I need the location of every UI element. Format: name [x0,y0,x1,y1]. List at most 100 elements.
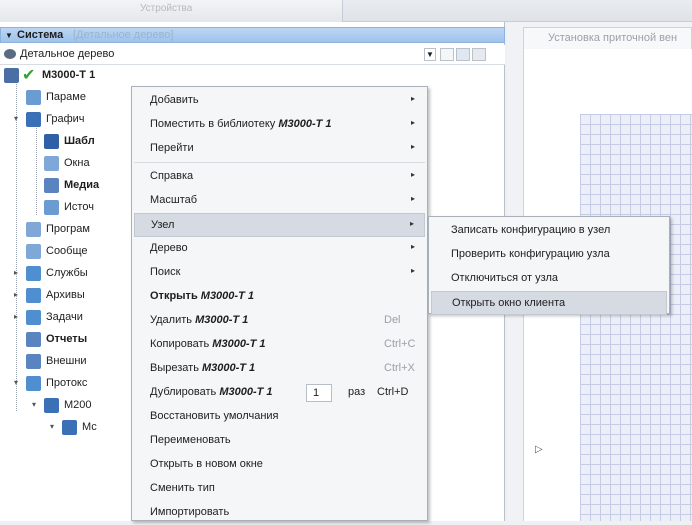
menu-item[interactable]: Справка ▸ [134,165,425,189]
tree-node-label: M200 [64,399,92,411]
menu-item-label: Открыть M3000-T 1 [150,290,254,302]
tree-node-label: Мс [82,421,97,433]
menu-item[interactable]: Переименовать [134,429,425,453]
check-icon: ✔ [22,67,36,84]
menu-item[interactable]: Вырезать M3000-T 1 Ctrl+X [134,357,425,381]
menu-item-label: Поиск [150,266,180,278]
tree-node-label: Внешни [46,355,87,367]
repeat-count-input[interactable]: 1 [306,384,332,402]
submenu-item-label: Отключиться от узла [451,272,559,284]
tree-node-label: M3000-T 1 [42,69,96,81]
menu-item[interactable]: Масштаб ▸ [134,189,425,213]
menu-item-object: M3000-T 1 [201,362,256,374]
menu-item-text: Поиск [150,266,181,278]
submenu-arrow-icon: ▸ [410,266,415,275]
submenu-item[interactable]: Записать конфигурацию в узел [431,219,667,243]
system-hint: [Детальное дерево] [73,29,174,41]
tab-devices[interactable]: Устройства [0,0,343,22]
tree-node-label: Графич [46,113,85,125]
submenu-item[interactable]: Проверить конфигурацию узла [431,243,667,267]
menu-item-object: M3000-T 1 [219,386,273,398]
menu-item[interactable]: Копировать M3000-T 1 Ctrl+C [134,333,425,357]
menu-shortcut: Ctrl+C [384,338,416,350]
menu-item[interactable]: Дерево ▸ [134,237,425,261]
menu-item-label: Справка [150,170,193,182]
expand-icon[interactable]: ▸ [0,70,1,79]
submenu-item[interactable]: Отключиться от узла [431,267,667,291]
collapse-icon[interactable]: ▾ [50,422,59,431]
repeat-suffix: раз [348,386,366,398]
tree-node-label: Службы [46,267,88,279]
menu-item-label: Восстановить умолчания [150,410,279,422]
source-icon [44,200,59,215]
tab-devices-label: Устройства [140,3,193,14]
grid-area[interactable] [580,114,692,521]
menu-item[interactable]: Поиск ▸ [134,261,425,285]
menu-item-label: Копировать M3000-T 1 [150,338,266,350]
submenu-arrow-icon: ▸ [409,219,414,228]
tree-node-label: Сообще [46,245,88,257]
menu-item-label: Перейти [150,142,194,154]
tree-node-label: Окна [64,157,90,169]
tasks-icon [26,310,41,325]
users-icon[interactable] [456,48,470,61]
expand-arrow-icon[interactable]: ▷ [535,444,543,455]
menu-item-text: Масштаб [150,194,198,206]
menu-item[interactable]: Добавить ▸ [134,89,425,113]
collapse-icon[interactable]: ▾ [14,378,23,387]
system-title: Система [17,29,64,41]
menu-item-text: Переименовать [150,434,231,446]
menu-item-text: Сменить тип [150,482,215,494]
filter-icon[interactable] [472,48,486,61]
submenu-arrow-icon: ▸ [410,194,415,203]
services-icon [26,266,41,281]
tree-node-label: Архивы [46,289,85,301]
system-bar[interactable]: ▼ Система [Детальное дерево] [0,27,505,43]
menu-separator [134,162,425,163]
menu-item[interactable]: Импортировать [134,501,425,525]
menu-item[interactable]: Поместить в библиотеку M3000-T 1 ▸ [134,113,425,137]
menu-item[interactable]: Удалить M3000-T 1 Del [134,309,425,333]
module-sub-icon [62,420,77,435]
diagram-tab[interactable]: Установка приточной вен [523,27,692,49]
graphics-icon [26,112,41,127]
menu-item-label: Удалить M3000-T 1 [150,314,248,326]
menu-item[interactable]: Перейти ▸ [134,137,425,161]
menu-item[interactable]: Сменить тип [134,477,425,501]
expand-icon[interactable]: ▸ [14,268,23,277]
menu-item-label: Переименовать [150,434,231,446]
menu-item[interactable]: Восстановить умолчания [134,405,425,429]
menu-item-text: Вырезать [150,362,202,374]
collapse-icon[interactable]: ▼ [5,31,13,40]
tree-node-label: Шабл [64,135,95,147]
menu-item-label: Открыть в новом окне [150,458,263,470]
expand-icon[interactable]: ▸ [14,290,23,299]
template-icon [44,134,59,149]
collapse-icon[interactable]: ▾ [32,400,41,409]
params-icon [26,90,41,105]
tree-view-label: Детальное дерево [20,48,115,60]
menu-item-text: Дублировать [150,386,220,398]
checkbox-icon[interactable] [440,48,454,61]
menu-item-label: Вырезать M3000-T 1 [150,362,255,374]
tree-guide-line [16,81,17,411]
menu-item[interactable]: Открыть в новом окне [134,453,425,477]
menu-item-text: Импортировать [150,506,230,518]
menu-item[interactable]: Узел ▸ [134,213,425,237]
menu-item[interactable]: Дублировать M3000-T 1 1 раз Ctrl+D [134,381,425,405]
eye-icon [4,49,16,59]
tree-view-selector[interactable]: Детальное дерево ▼ [0,45,505,65]
submenu-arrow-icon: ▸ [410,118,415,127]
window-icon [44,156,59,171]
menu-item-text: Копировать [150,338,213,350]
submenu-item[interactable]: Открыть окно клиента [431,291,667,315]
tree-node-label: Програм [46,223,90,235]
menu-item-label: Поместить в библиотеку M3000-T 1 [150,118,332,130]
expand-icon[interactable]: ▸ [14,312,23,321]
menu-item[interactable]: Открыть M3000-T 1 [134,285,425,309]
submenu-item-label: Открыть окно клиента [452,297,566,309]
collapse-icon[interactable]: ▾ [14,114,23,123]
submenu-arrow-icon: ▸ [410,170,415,179]
context-menu: Добавить ▸ Поместить в библиотеку M3000-T … [131,86,428,521]
chevron-down-icon[interactable]: ▼ [424,48,436,61]
